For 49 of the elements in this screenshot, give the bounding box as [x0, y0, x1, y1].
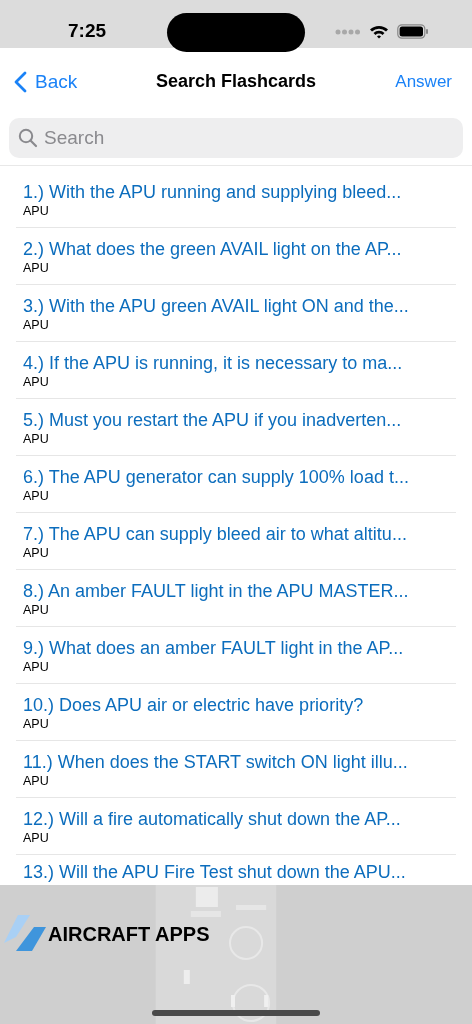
search-field[interactable]: Search [9, 118, 463, 158]
flashcard-item[interactable]: 5.) Must you restart the APU if you inadverten... APU [16, 399, 456, 456]
flashcard-item[interactable]: 6.) The APU generator can supply 100% load t... APU [16, 456, 456, 513]
question-text: 9.) What does an amber FAULT light in the AP... [23, 636, 405, 659]
flashcard-item[interactable]: 3.) With the APU green AVAIL light ON and the... APU [16, 285, 456, 342]
category-label: APU [23, 544, 50, 561]
flashcard-item[interactable]: 7.) The APU can supply bleed air to what altitu... APU [16, 513, 456, 570]
wifi-icon [369, 24, 389, 39]
category-label: APU [23, 202, 50, 219]
category-label: APU [23, 715, 50, 732]
flashcard-item[interactable]: 13.) Will the APU Fire Test shut down the APU... [16, 855, 456, 883]
category-label: APU [23, 601, 50, 618]
flashcard-item[interactable]: 8.) An amber FAULT light in the APU MASTER... APU [16, 570, 456, 627]
flashcard-item[interactable]: 2.) What does the green AVAIL light on the AP... APU [16, 228, 456, 285]
flashcard-item[interactable]: 10.) Does APU air or electric have priority? APU [16, 684, 456, 741]
category-label: APU [23, 829, 50, 846]
plane-logo-icon [4, 915, 46, 953]
category-label: APU [23, 487, 50, 504]
back-button[interactable]: Back [14, 70, 78, 93]
category-label: APU [23, 316, 50, 333]
question-text: 4.) If the APU is running, it is necessary to ma... [23, 351, 404, 374]
question-text: 3.) With the APU green AVAIL light ON and the... [23, 294, 410, 317]
category-label: APU [23, 259, 50, 276]
category-label: APU [23, 658, 50, 675]
brand-name: AIRCRAFT APPS [48, 922, 210, 946]
question-text: 2.) What does the green AVAIL light on the AP... [23, 237, 403, 260]
answer-button[interactable]: Answer [395, 71, 452, 92]
question-text: 10.) Does APU air or electric have priority? [23, 693, 365, 716]
question-text: 11.) When does the START switch ON light illu... [23, 750, 409, 773]
flashcard-item[interactable]: 9.) What does an amber FAULT light in the AP... APU [16, 627, 456, 684]
category-label: APU [23, 373, 50, 390]
screen-title: Search Flashcards [155, 71, 317, 92]
question-text: 1.) With the APU running and supplying bleed... [23, 180, 403, 203]
question-text: 12.) Will a fire automatically shut down the AP... [23, 807, 402, 830]
status-time: 7:25 [68, 20, 107, 42]
signal-icon [335, 28, 361, 35]
flashcard-item[interactable]: 4.) If the APU is running, it is necessary to ma... APU [16, 342, 456, 399]
question-text: 6.) The APU generator can supply 100% load t... [23, 465, 410, 488]
category-label: APU [23, 772, 50, 789]
question-text: 5.) Must you restart the APU if you inadverten... [23, 408, 403, 431]
flashcard-item[interactable]: 1.) With the APU running and supplying bleed... APU [16, 171, 456, 228]
flashcard-item[interactable]: 12.) Will a fire automatically shut down the AP... APU [16, 798, 456, 855]
question-text: 13.) Will the APU Fire Test shut down the APU... [23, 861, 407, 883]
battery-icon [397, 24, 429, 39]
category-label: APU [23, 430, 50, 447]
question-text: 7.) The APU can supply bleed air to what altitu... [23, 522, 408, 545]
flashcard-item[interactable]: 11.) When does the START switch ON light illu... APU [16, 741, 456, 798]
chevron-left-icon [14, 70, 27, 93]
question-text: 8.) An amber FAULT light in the APU MASTER... [23, 579, 410, 602]
